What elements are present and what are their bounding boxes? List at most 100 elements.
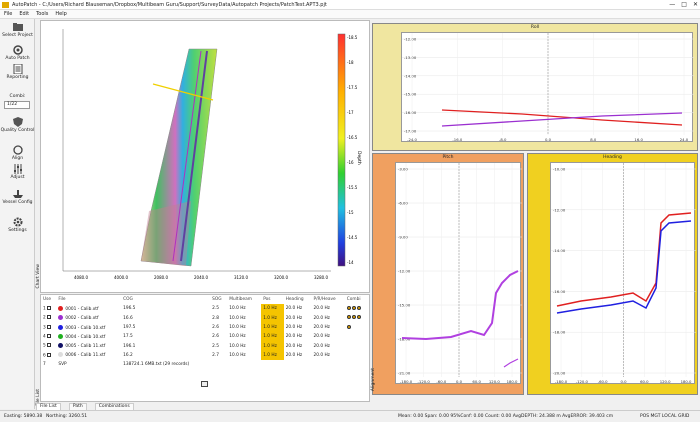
pitch-plot[interactable]: -3.00 -6.00 -9.00 -12.00 -15.00 -18.00 -21.00-… [395,162,522,384]
combi-label: Combi: [9,94,26,99]
column-header[interactable]: Use [41,295,56,304]
colorbar-tick: -17 [347,110,354,115]
use-checkbox[interactable] [47,306,52,311]
combi-badge-icon[interactable] [356,306,361,311]
heading-series-blue [556,220,692,314]
table-row[interactable]: 6 0006 - Calib 11.xtf 16.2 2.7 10.0 Hz 1.0 H… [41,350,369,361]
x-tick-label: 180.0 [681,379,692,384]
settings-button[interactable]: Settings [0,217,35,233]
x-tick-label: 0.0 [456,379,463,384]
sog-cell: 2.6 [212,334,220,340]
align-button[interactable]: Align [0,145,35,161]
column-header[interactable]: Pos [261,295,283,304]
menu-tools[interactable]: Tools [36,11,48,17]
y-tick-label: -14.00 [553,248,566,253]
maximize-button[interactable]: □ [681,1,687,8]
table-row[interactable]: 3 0003 - Calib 10.xtf 197.5 2.6 10.0 Hz 1.0 … [41,322,369,333]
menu-file[interactable]: File [4,11,12,17]
file-cell: 0006 - Calib 11.xtf [56,351,121,360]
file-color-swatch[interactable] [58,305,64,311]
file-name: 0006 - Calib 11.xtf [65,353,106,359]
table-row[interactable]: 7 SVP 138724.1 6MB.txt (29 records) [41,360,369,369]
use-cell[interactable]: 6 [41,351,56,360]
report-icon [13,64,22,74]
use-checkbox[interactable] [47,324,52,329]
sliders-icon [13,164,22,174]
use-cell[interactable]: 1 [41,304,56,313]
table-row[interactable]: 1 0001 - Calib.xtf 196.5 2.5 10.0 Hz 1.0 Hz 2… [41,304,369,314]
file-table: Use File COG SOG Multibeam Pos Heading P/R/Heav… [41,295,369,369]
x-tick-label: 0.0 [620,379,627,384]
reporting-button[interactable]: Reporting [0,64,35,80]
combi-badge-icon[interactable] [346,306,351,311]
combi-badge-icon[interactable] [356,315,361,320]
use-cell[interactable]: 3 [41,323,56,332]
close-button[interactable]: ✕ [693,1,698,8]
column-header[interactable]: Heading [284,295,312,304]
map-view[interactable]: Depth -18.5 -18 -17.5 -17 -16.5 -16 -15.5 -15 -1… [40,20,370,293]
use-checkbox[interactable] [47,315,52,320]
file-color-swatch[interactable] [58,352,64,358]
use-checkbox[interactable] [47,334,52,339]
file-color-swatch[interactable] [58,343,64,349]
file-name: 0002 - Calib.xtf [65,316,99,322]
roll-plot[interactable]: -12.00 -13.00 -14.00 -15.00 -16.00 -17.00 -24.… [401,32,694,142]
colorbar-tick: -15.5 [347,185,358,190]
file-name: 0003 - Calib 10.xtf [65,325,106,331]
adjust-button[interactable]: Adjust [0,164,35,180]
combi-select[interactable]: 1/22 [4,101,30,109]
column-header[interactable]: COG [121,295,210,304]
side-tab-alignment[interactable]: Alignment [371,368,376,391]
heading-plot[interactable]: -10.00 -12.00 -14.00 -16.00 -18.00 -20.00 -180… [550,162,696,384]
status-northing: Northing: 3260.51 [46,414,88,419]
map-x-tick: 2080.0 [154,275,168,280]
menu-help[interactable]: Help [55,11,66,17]
roll-series-purple [441,112,683,127]
y-tick-label: -3.00 [398,167,408,172]
column-header[interactable]: Combi [345,295,369,304]
column-header[interactable]: File [56,295,121,304]
file-cell: 0005 - Calib 11.xtf [56,341,121,350]
sog-cell: 2.8 [212,315,220,321]
colorbar-tick: -18 [347,60,354,65]
cog-cell: 196.5 [123,306,136,312]
hdg-cell: 20.0 Hz [285,315,303,321]
use-checkbox[interactable] [47,343,52,348]
pos-cell: 1.0 Hz [261,313,284,323]
column-header[interactable]: Multibeam [227,295,261,304]
file-color-swatch[interactable] [58,333,64,339]
column-header[interactable]: SOG [210,295,227,304]
combi-badge-icon[interactable] [346,324,351,329]
map-canvas[interactable]: Depth -18.5 -18 -17.5 -17 -16.5 -16 -15.5 -15 -1… [41,21,371,294]
file-color-swatch[interactable] [58,315,64,321]
combi-badge-icon[interactable] [351,306,356,311]
vessel-config-button[interactable]: Vessel Config [0,189,35,205]
quality-control-button[interactable]: Quality Control [0,117,35,133]
file-list-options-icon[interactable] [201,381,208,387]
minimize-button[interactable]: — [669,1,675,8]
x-tick-label: -60.0 [598,379,608,384]
status-bar: Easting: 5890.38 Northing: 3260.51 Mean:… [0,410,700,422]
table-row[interactable]: 2 0002 - Calib.xtf 16.6 2.8 10.0 Hz 1.0 Hz 20… [41,313,369,323]
select-project-button[interactable]: Select Project [0,22,35,38]
table-row[interactable]: 5 0005 - Calib 11.xtf 196.1 2.5 10.0 Hz 1.0 … [41,341,369,351]
x-tick-label: -120.0 [418,379,431,384]
roll-panel: Roll -12.00 -13.00 -14.00 -15.00 -16.00 -17.0… [372,23,698,151]
file-list-panel: Use File COG SOG Multibeam Pos Heading P/R/Heav… [40,294,370,402]
use-cell[interactable]: 4 [41,332,56,341]
table-row[interactable]: 4 0004 - Calib 10.xtf 17.5 2.6 10.0 Hz 1.0 H… [41,332,369,342]
menu-edit[interactable]: Edit [19,11,29,17]
use-cell[interactable]: 7 [41,360,56,369]
shield-icon [12,117,23,127]
auto-patch-button[interactable]: Auto Patch [0,45,35,61]
folder-icon [12,23,23,31]
combi-badge-icon[interactable] [346,315,351,320]
combi-badge-icon[interactable] [351,315,356,320]
column-header[interactable]: P/R/Heave [312,295,345,304]
map-x-tick: 4080.0 [74,275,88,280]
use-checkbox[interactable] [47,352,52,357]
heading-series-red [556,212,692,307]
use-cell[interactable]: 5 [41,341,56,350]
file-color-swatch[interactable] [58,324,64,330]
use-cell[interactable]: 2 [41,314,56,323]
